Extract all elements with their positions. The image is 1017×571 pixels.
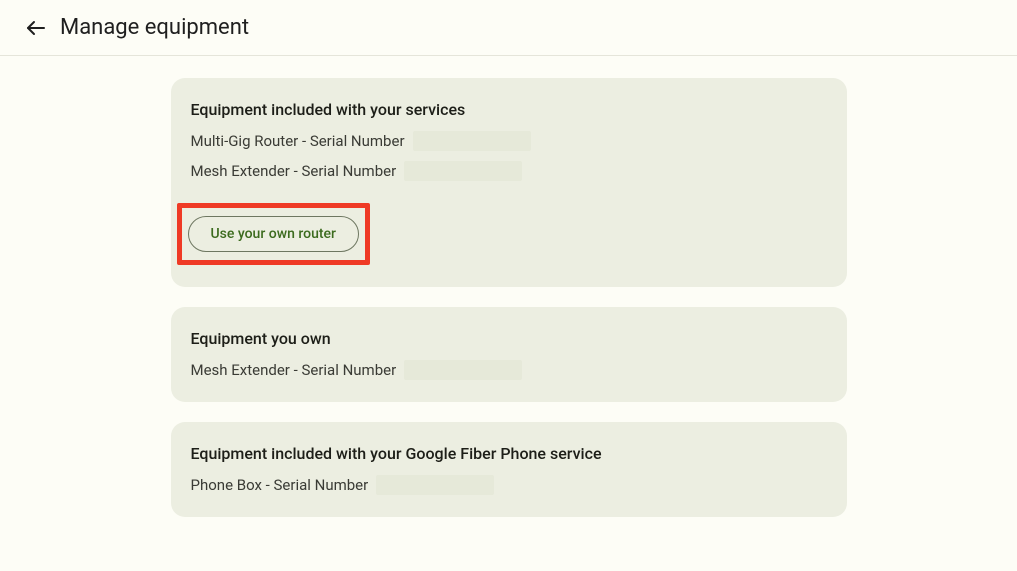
equipment-label: Multi-Gig Router - Serial Number	[191, 132, 405, 150]
main-content: Equipment included with your services Mu…	[0, 56, 1017, 537]
equipment-row: Multi-Gig Router - Serial Number	[191, 131, 827, 151]
serial-number-placeholder	[404, 161, 522, 181]
card-title: Equipment you own	[191, 329, 827, 348]
use-your-own-router-button[interactable]: Use your own router	[188, 216, 359, 252]
equipment-row: Phone Box - Serial Number	[191, 475, 827, 495]
card-title: Equipment included with your Google Fibe…	[191, 444, 827, 463]
serial-number-placeholder	[413, 131, 531, 151]
owned-equipment-card: Equipment you own Mesh Extender - Serial…	[171, 307, 847, 402]
phone-equipment-card: Equipment included with your Google Fibe…	[171, 422, 847, 517]
serial-number-placeholder	[376, 475, 494, 495]
equipment-label: Mesh Extender - Serial Number	[191, 162, 397, 180]
equipment-row: Mesh Extender - Serial Number	[191, 360, 827, 380]
equipment-row: Mesh Extender - Serial Number	[191, 161, 827, 181]
equipment-label: Phone Box - Serial Number	[191, 476, 369, 494]
equipment-label: Mesh Extender - Serial Number	[191, 361, 397, 379]
highlight-box: Use your own router	[177, 203, 370, 265]
header: Manage equipment	[0, 0, 1017, 56]
arrow-left-icon	[24, 16, 48, 40]
card-title: Equipment included with your services	[191, 100, 827, 119]
page-title: Manage equipment	[60, 15, 249, 40]
included-equipment-card: Equipment included with your services Mu…	[171, 78, 847, 287]
back-button[interactable]	[16, 8, 56, 48]
serial-number-placeholder	[404, 360, 522, 380]
